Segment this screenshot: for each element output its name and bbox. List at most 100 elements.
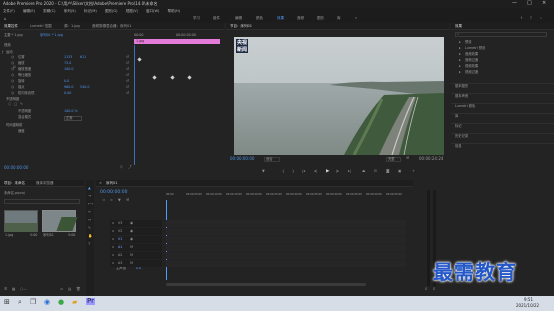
stopwatch-icon[interactable]: ◷ [11,91,14,96]
workspace-editing[interactable]: 编辑 [235,16,242,21]
track-label[interactable]: V2 [118,229,122,233]
rect-mask-icon[interactable]: □ [14,102,17,107]
tab-audio-clip-mixer[interactable]: 音频剪辑混合器：序列01 [92,24,131,29]
workspace-more-icon[interactable]: » [355,16,357,21]
zoom-fit-select[interactable]: 适合 [264,157,280,163]
side-panel-tab[interactable]: 标记 [455,124,462,128]
project-thumb-sequence01[interactable] [42,210,78,232]
mark-out-icon[interactable]: } [292,169,294,174]
solo-right-icon[interactable]: S [433,287,435,292]
reset-icon[interactable]: ↺ [126,79,129,84]
prop-value-1[interactable]: 100.0 [64,67,73,71]
project-thumb-1jpg[interactable] [4,210,38,232]
effects-search-input[interactable]: ⌕ [455,32,547,37]
keyframe-rotation-1[interactable] [152,75,157,80]
workspace-graphics[interactable]: 图形 [317,16,324,21]
side-panel-tab[interactable]: Lumetri 颜色 [455,104,475,108]
menu-help[interactable]: 帮助(H) [168,9,180,14]
step-forward-icon[interactable]: |▸ [336,169,339,174]
reset-icon[interactable]: ↺ [126,73,129,78]
lift-icon[interactable]: ⏏ [362,169,365,174]
help-icon[interactable]: ? [530,16,532,21]
maximize-button[interactable]: □ [527,1,532,6]
slip-tool-icon[interactable]: ↔ [88,218,91,223]
lock-icon[interactable]: ▫ [112,229,114,234]
stopwatch-icon[interactable]: ◷ [11,67,14,72]
effects-item[interactable]: 音频过渡 [465,58,478,62]
new-bin-icon[interactable]: ▭ [60,287,63,292]
prop-value-1[interactable]: 75.0 [64,61,71,65]
track-select-tool-icon[interactable]: ⇥ [88,194,91,199]
mute-icon[interactable]: M [130,261,133,266]
export-frame-icon[interactable]: ◙ [386,169,390,174]
prop-value-2[interactable]: 611 [80,55,86,59]
menu-edit[interactable]: 编辑(E) [23,9,35,14]
linked-selection-icon[interactable]: ∞ [110,198,113,203]
eye-icon[interactable]: ◉ [130,237,133,242]
step-back-icon[interactable]: ◂| [314,169,317,174]
prop-value-1[interactable]: 960.0 [64,85,73,89]
track-label[interactable]: A1 [118,245,122,249]
track-lane[interactable] [166,260,406,267]
eye-icon[interactable]: ◉ [130,221,133,226]
start-icon[interactable]: ⊞ [4,299,10,306]
track-label[interactable]: A2 [118,253,122,257]
side-panel-tab[interactable]: 基本图形 [455,84,468,88]
search-icon[interactable]: ⌕ [18,299,22,306]
track-lane[interactable] [166,220,406,227]
effects-item[interactable]: 音频效果 [465,52,478,56]
workspace-color[interactable]: 颜色 [256,16,263,21]
tab-effect-controls[interactable]: 效果控件 [4,24,18,29]
effects-item[interactable]: 预设 [465,40,472,44]
new-item-icon[interactable]: ▤ [68,287,71,292]
section-motion[interactable]: 运动 [6,50,13,54]
project-search-input[interactable] [4,199,80,204]
blend-mode-select[interactable]: 正常 [64,116,82,122]
hand-tool-icon[interactable]: ✋ [88,234,92,239]
master-value[interactable]: 0.0 [136,266,141,270]
reset-icon[interactable]: ↺ [126,61,129,66]
keyframe-rotation-2[interactable] [170,75,175,80]
go-to-in-icon[interactable]: |◂ [302,169,305,174]
comparison-view-icon[interactable]: ▣ [398,169,401,174]
home-icon[interactable]: ⌂ [4,17,7,21]
task-view-icon[interactable]: ❐ [30,299,36,306]
effects-item[interactable]: Lumetri 预设 [465,46,485,50]
side-panel-tab[interactable]: 基本声音 [455,94,468,98]
add-marker-icon[interactable]: ▼ [262,169,265,174]
add-button-icon[interactable]: + [412,169,415,174]
keyframe-position[interactable] [137,57,142,62]
side-panel-tab[interactable]: 历史记录 [455,134,468,138]
workspace-learn[interactable]: 学习 [193,16,200,21]
workspace-libraries[interactable]: 库 [337,16,341,21]
file-explorer-icon[interactable]: ▰ [72,299,77,306]
track-label[interactable]: V3 [118,221,122,225]
opacity-value[interactable]: 100.0 % [64,109,78,113]
eye-icon[interactable]: ◉ [130,229,133,234]
prop-value-1[interactable]: 1133 [64,55,72,59]
menu-clip[interactable]: 剪辑(C) [43,9,55,14]
trash-icon[interactable]: 🗑 [76,287,81,292]
menu-graphics[interactable]: 图形(G) [105,9,117,14]
quick-export-icon[interactable]: ⇪ [520,16,523,21]
pen-mask-icon[interactable]: ✎ [20,102,23,107]
timeline-scrollbar[interactable] [166,283,366,286]
filter-icon[interactable]: ▽ [120,165,123,170]
lock-icon[interactable]: ▫ [112,253,114,258]
workspace-assembly[interactable]: 组件 [213,16,220,21]
mute-icon[interactable]: M [130,253,133,258]
solo-left-icon[interactable]: S [425,287,427,292]
tab-media-browser[interactable]: 媒体浏览器 [36,181,54,186]
tab-program[interactable]: 节目：序列01 [230,24,252,29]
program-viewer[interactable]: 央视 新闻 [234,37,444,156]
close-tab-icon[interactable]: × [99,181,102,186]
playback-quality-select[interactable]: 完整 [386,157,401,163]
export-icon[interactable]: ⤴ [128,165,132,170]
edge-browser-icon[interactable]: ◉ [44,299,50,306]
keyframe-rotation-3[interactable] [187,75,192,80]
track-label[interactable]: A3 [118,261,122,265]
stopwatch-icon[interactable]: ◷ [11,85,14,90]
track-lane[interactable] [166,252,406,259]
track-lane[interactable] [166,244,406,251]
clock-time[interactable]: 9:51 [524,298,533,302]
